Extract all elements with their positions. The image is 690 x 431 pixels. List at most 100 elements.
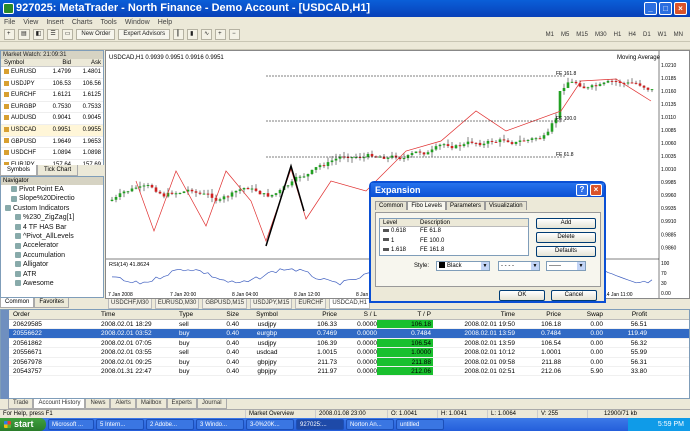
terminal-header-cell[interactable]: T / P <box>377 310 433 319</box>
tf-m5[interactable]: M5 <box>558 30 572 40</box>
navigator-item[interactable]: %230_ZigZag[1] <box>1 213 103 222</box>
cancel-button[interactable]: Cancel <box>551 290 597 301</box>
tf-mn[interactable]: MN <box>671 30 686 40</box>
level-row[interactable]: 1.618 FE 161.8 <box>380 246 528 256</box>
tf-m1[interactable]: M1 <box>543 30 557 40</box>
terminal-header-cell[interactable]: Profit <box>603 310 651 319</box>
taskbar-item[interactable]: 3 Windo... <box>196 419 244 430</box>
zoom-in-icon[interactable]: + <box>215 29 227 40</box>
taskbar-item[interactable]: 3-0%20K... <box>246 419 294 430</box>
maximize-button[interactable]: □ <box>659 2 672 15</box>
add-button[interactable]: Add <box>536 218 596 229</box>
navigator-item[interactable]: Accumulation <box>1 251 103 260</box>
table-row[interactable]: 20567978 2008.02.01 09:25 buy 0.40 gbpjpy 211… <box>9 357 689 367</box>
taskbar-item[interactable]: 2 Adobe... <box>146 419 194 430</box>
level-row[interactable]: 0.618 FE 61.8 <box>380 227 528 237</box>
taskbar-item[interactable]: Norton An... <box>346 419 394 430</box>
navigator-icon[interactable]: ☰ <box>47 29 59 40</box>
candle-chart-icon[interactable]: ▮ <box>187 29 199 40</box>
taskbar-item[interactable]: 927025:... <box>296 419 344 430</box>
navigator-item[interactable]: Slope%20Directio <box>1 194 103 203</box>
tf-m30[interactable]: M30 <box>592 30 610 40</box>
dlg-tab-parameters[interactable]: Parameters <box>446 201 486 210</box>
terminal-tab[interactable]: Alerts <box>110 399 136 409</box>
tf-h1[interactable]: H1 <box>611 30 625 40</box>
tab-tick-chart[interactable]: Tick Chart <box>37 165 79 176</box>
tab-favorites[interactable]: Favorites <box>34 298 70 308</box>
taskbar-item[interactable]: Microsoft ... <box>48 419 94 430</box>
tab-common[interactable]: Common <box>0 298 35 308</box>
tf-h4[interactable]: H4 <box>625 30 639 40</box>
chart-tab[interactable]: EURUSD,M30 <box>154 299 200 309</box>
help-icon[interactable]: ? <box>576 184 588 196</box>
menu-file[interactable]: File <box>4 17 15 28</box>
terminal-header-cell[interactable]: Time <box>101 310 179 319</box>
table-row[interactable]: 20629585 2008.02.01 18:29 sell 0.40 usdjpy 10… <box>9 320 689 330</box>
terminal-tab[interactable]: Trade <box>8 399 34 409</box>
terminal-tab[interactable]: Account History <box>33 399 86 409</box>
close-button[interactable]: × <box>674 2 687 15</box>
navigator-item[interactable]: Accelerator <box>1 241 103 250</box>
terminal-header-cell[interactable]: Time <box>433 310 515 319</box>
header-symbol[interactable]: Symbol <box>1 59 39 66</box>
market-watch-icon[interactable]: ◧ <box>32 29 45 40</box>
navigator-item[interactable]: Pivot Point EA <box>1 185 103 194</box>
market-watch-row[interactable]: USDCHF 1.0894 1.0898 <box>1 148 103 160</box>
taskbar-item[interactable]: untitled <box>396 419 444 430</box>
market-watch-row[interactable]: AUDUSD 0.9041 0.9045 <box>1 113 103 125</box>
terminal-tab[interactable]: News <box>85 399 111 409</box>
header-bid[interactable]: Bid <box>39 59 71 66</box>
chart-tab[interactable]: USDCHF,M30 <box>108 299 152 309</box>
navigator-item[interactable]: ^Pivot_AllLevels <box>1 232 103 241</box>
new-order-button[interactable]: New Order <box>76 29 116 40</box>
table-row[interactable]: 20561862 2008.02.01 07:05 buy 0.40 usdjpy 106… <box>9 338 689 349</box>
table-row[interactable]: 20543757 2008.01.31 22:47 buy 0.40 gbpjpy 211… <box>9 366 689 377</box>
minimize-button[interactable]: _ <box>644 2 657 15</box>
menu-charts[interactable]: Charts <box>72 17 93 28</box>
terminal-header-cell[interactable]: Type <box>179 310 209 319</box>
header-ask[interactable]: Ask <box>71 59 103 66</box>
navigator-item[interactable]: Awesome <box>1 279 103 288</box>
terminal-header-cell[interactable]: Order <box>9 310 101 319</box>
chart-tab[interactable]: USDCAD,H1 <box>329 299 370 309</box>
market-watch-row[interactable]: GBPUSD 1.9649 1.9653 <box>1 137 103 149</box>
navigator-item[interactable]: Custom Indicators <box>1 204 103 213</box>
menu-window[interactable]: Window <box>125 17 150 28</box>
color-select[interactable]: Black ▼ <box>436 261 490 271</box>
market-watch-row[interactable]: USDCAD 0.9951 0.9955 <box>1 124 103 137</box>
table-row[interactable]: 20556671 2008.02.01 03:55 sell 0.40 usdcad 1.… <box>9 348 689 358</box>
terminal-tab[interactable]: Experts <box>166 399 197 409</box>
zoom-out-icon[interactable]: − <box>229 29 241 40</box>
dlg-tab-common[interactable]: Common <box>375 201 408 210</box>
navigator-item[interactable]: 4 TF HAS Bar <box>1 223 103 232</box>
terminal-header-cell[interactable]: Price <box>295 310 337 319</box>
dlg-tab-fibo-levels[interactable]: Fibo Levels <box>407 201 447 210</box>
chart-tab[interactable]: EURCHF <box>295 299 327 309</box>
market-watch-row[interactable]: EURUSD 1.4799 1.4801 <box>1 67 103 79</box>
tf-m15[interactable]: M15 <box>573 30 591 40</box>
terminal-tab[interactable]: Journal <box>196 399 227 409</box>
terminal-icon[interactable]: ▭ <box>61 29 74 40</box>
profiles-icon[interactable]: ▤ <box>18 29 30 40</box>
tab-symbols[interactable]: Symbols <box>0 165 38 176</box>
level-row[interactable]: 1 FE 100.0 <box>380 237 528 247</box>
menu-view[interactable]: View <box>23 17 38 28</box>
terminal-header-cell[interactable]: S / L <box>337 310 377 319</box>
start-button[interactable]: start <box>0 418 46 431</box>
terminal-header-cell[interactable]: Swap <box>561 310 603 319</box>
terminal-tab[interactable]: Mailbox <box>135 399 167 409</box>
market-watch-row[interactable]: EURCHF 1.6121 1.6125 <box>1 90 103 102</box>
market-watch-row[interactable]: USDJPY 106.53 106.56 <box>1 79 103 91</box>
tf-d1[interactable]: D1 <box>640 30 654 40</box>
new-chart-icon[interactable]: + <box>4 29 15 40</box>
taskbar-item[interactable]: 5 Intern... <box>96 419 144 430</box>
dlg-tab-visualization[interactable]: Visualization <box>485 201 527 210</box>
table-row[interactable]: 20556622 2008.02.01 03:52 buy 0.40 eurgbp 0.7… <box>9 329 689 339</box>
navigator-item[interactable]: ATR <box>1 270 103 279</box>
delete-button[interactable]: Delete <box>536 232 596 243</box>
navigator-item[interactable]: Alligator <box>1 260 103 269</box>
terminal-header-cell[interactable]: Size <box>209 310 239 319</box>
terminal-header-cell[interactable]: Price <box>515 310 561 319</box>
defaults-button[interactable]: Defaults <box>536 246 596 257</box>
menu-help[interactable]: Help <box>158 17 172 28</box>
